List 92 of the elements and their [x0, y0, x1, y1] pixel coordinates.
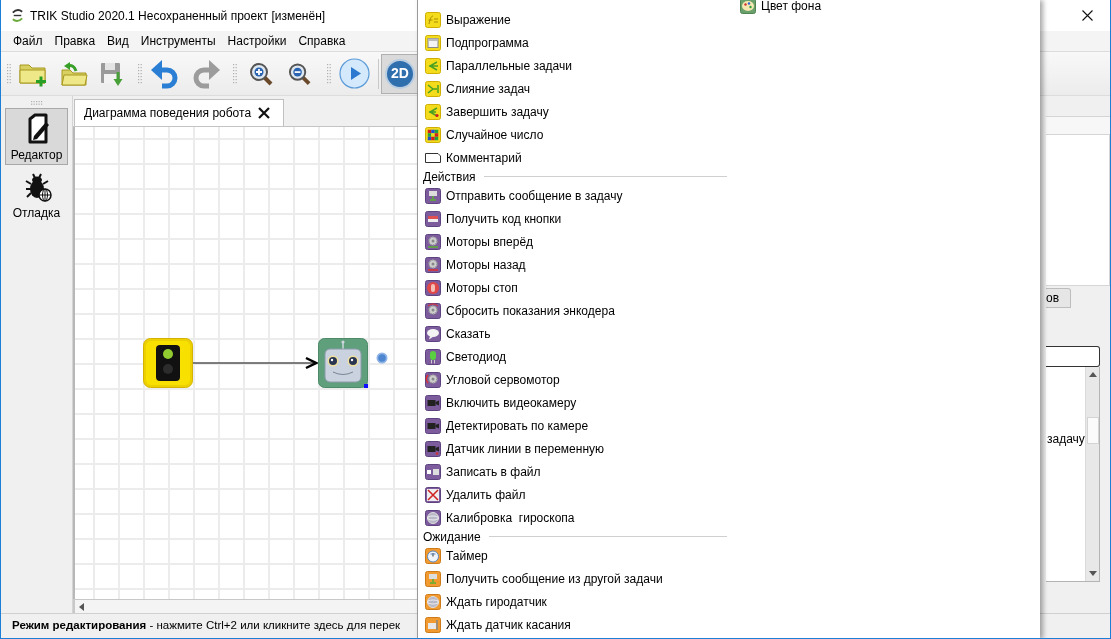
timer-icon [425, 547, 441, 564]
play-icon[interactable] [339, 58, 370, 89]
merge-arrows-icon [425, 80, 441, 97]
menu-item[interactable]: Комментарий [425, 146, 526, 169]
gear-icon [425, 302, 441, 319]
menu-item[interactable]: Таймер [425, 544, 492, 567]
logo-icon [10, 8, 25, 23]
hand-icon [425, 279, 441, 296]
menu-item[interactable]: Датчик линии в переменную [425, 437, 609, 460]
formula-icon [425, 11, 441, 28]
traffic-light-node [143, 338, 193, 388]
note-icon [425, 152, 441, 163]
menu-item[interactable]: Параллельные задачи [425, 54, 576, 77]
button-press-icon [425, 210, 441, 227]
menu-bar-item[interactable]: Файл [7, 31, 49, 51]
menu-item[interactable]: Моторы назад [425, 253, 530, 276]
menu-item[interactable]: Моторы вперёд [425, 230, 538, 253]
menu-item[interactable]: Отправить сообщение в задачу [425, 184, 627, 207]
toolbar-grip-icon[interactable] [7, 62, 11, 85]
camera-icon [425, 394, 441, 411]
scroll-up-arrow-icon[interactable] [1088, 372, 1097, 377]
dock-grip-icon[interactable] [30, 101, 43, 105]
message-icon [425, 570, 441, 587]
gyroscope-icon [425, 593, 441, 610]
status-text[interactable]: Режим редактирования - нажмите Ctrl+2 или кликните здесь для перек [12, 617, 401, 635]
menu-item[interactable]: Ждать датчик касания [425, 613, 575, 636]
color-grid-icon [425, 126, 441, 143]
cross-icon [425, 486, 441, 503]
section-header: Действия [423, 168, 476, 186]
dock-button[interactable]: Отладка [5, 166, 68, 223]
message-icon [425, 187, 441, 204]
port-handle[interactable] [376, 352, 388, 364]
resize-handle[interactable] [364, 384, 368, 388]
menu-item[interactable]: Завершить задачу [425, 100, 553, 123]
speech-bubble-icon [425, 325, 441, 342]
menu-item[interactable]: Детектировать по камере [425, 414, 593, 437]
camera-icon [425, 417, 441, 434]
menu-item[interactable]: Моторы стоп [425, 276, 522, 299]
window-title: TRIK Studio 2020.1 Несохраненный проект [изменён] [30, 7, 326, 25]
menu-item[interactable]: Сбросить показания энкодера [425, 299, 619, 322]
toolbar-grip-icon[interactable] [233, 62, 237, 85]
scroll-down-arrow-icon[interactable] [1088, 571, 1097, 576]
menu-bar-item[interactable]: Вид [101, 31, 135, 51]
menu-item[interactable]: Получить сообщение из другой задачи [425, 567, 667, 590]
input-field[interactable] [1046, 346, 1100, 367]
folder-arrow-icon[interactable] [60, 61, 88, 86]
menu-item[interactable]: Случайное число [425, 123, 548, 146]
editor-tab[interactable]: Диаграмма поведения робота [74, 99, 285, 126]
menu-item[interactable]: Ждать гиродатчик [425, 590, 551, 613]
menu-item[interactable]: Слияние задач [425, 77, 535, 100]
list-item[interactable]: задачу [1047, 430, 1085, 448]
menu-bar-item[interactable]: Настройки [221, 31, 293, 51]
arrow-dot-icon [425, 103, 441, 120]
dock-button[interactable]: Редактор [5, 108, 68, 165]
menu-item[interactable]: Получить код кнопки [425, 207, 566, 230]
floppy-icon[interactable] [100, 60, 123, 87]
menu-item[interactable]: Цвет фона [740, 0, 826, 17]
menu-bar-item[interactable]: Справка [292, 31, 352, 51]
menu-item[interactable]: Светодиод [425, 345, 511, 368]
camera-icon [425, 440, 441, 457]
gyroscope-icon [425, 509, 441, 526]
touch-sensor-icon [425, 616, 441, 633]
menu-item[interactable]: Выражение [425, 8, 515, 31]
toolbar-grip-icon[interactable] [138, 62, 142, 85]
section-header: Ожидание [423, 528, 481, 546]
menu-item[interactable]: Сказать [425, 322, 495, 345]
scrollbar-thumb[interactable] [1086, 417, 1099, 444]
menu-item[interactable]: Удалить файл [425, 483, 530, 506]
menu-item[interactable]: Подпрограмма [425, 31, 533, 54]
menu-item[interactable]: Записать в файл [425, 460, 545, 483]
scroll-left-arrow-icon[interactable] [79, 602, 84, 611]
close-icon[interactable] [1082, 10, 1093, 21]
mode-toggle-button[interactable]: 2D [381, 53, 417, 94]
gear-icon [425, 256, 441, 273]
zoom-out-icon[interactable] [288, 61, 311, 86]
menu-item[interactable]: Угловой сервомотор [425, 368, 564, 391]
led-icon [425, 348, 441, 365]
zoom-in-icon[interactable] [249, 61, 273, 86]
menu-item[interactable]: Калибровка гироскопа [425, 506, 579, 529]
menu-item[interactable]: Включить видеокамеру [425, 391, 581, 414]
toolbar-grip-icon[interactable] [327, 62, 331, 85]
gear-icon [425, 233, 441, 250]
palette-icon [740, 0, 756, 14]
menu-bar-item[interactable]: Инструменты [134, 31, 222, 51]
fork-arrows-icon [425, 57, 441, 74]
menu-bar-item[interactable]: Правка [48, 31, 102, 51]
robot-node [318, 338, 368, 388]
panel-tab[interactable]: ов [1046, 288, 1072, 308]
window-icon [425, 34, 441, 51]
gear-icon [425, 371, 441, 388]
close-icon[interactable] [258, 107, 271, 119]
file-icon [425, 463, 441, 480]
